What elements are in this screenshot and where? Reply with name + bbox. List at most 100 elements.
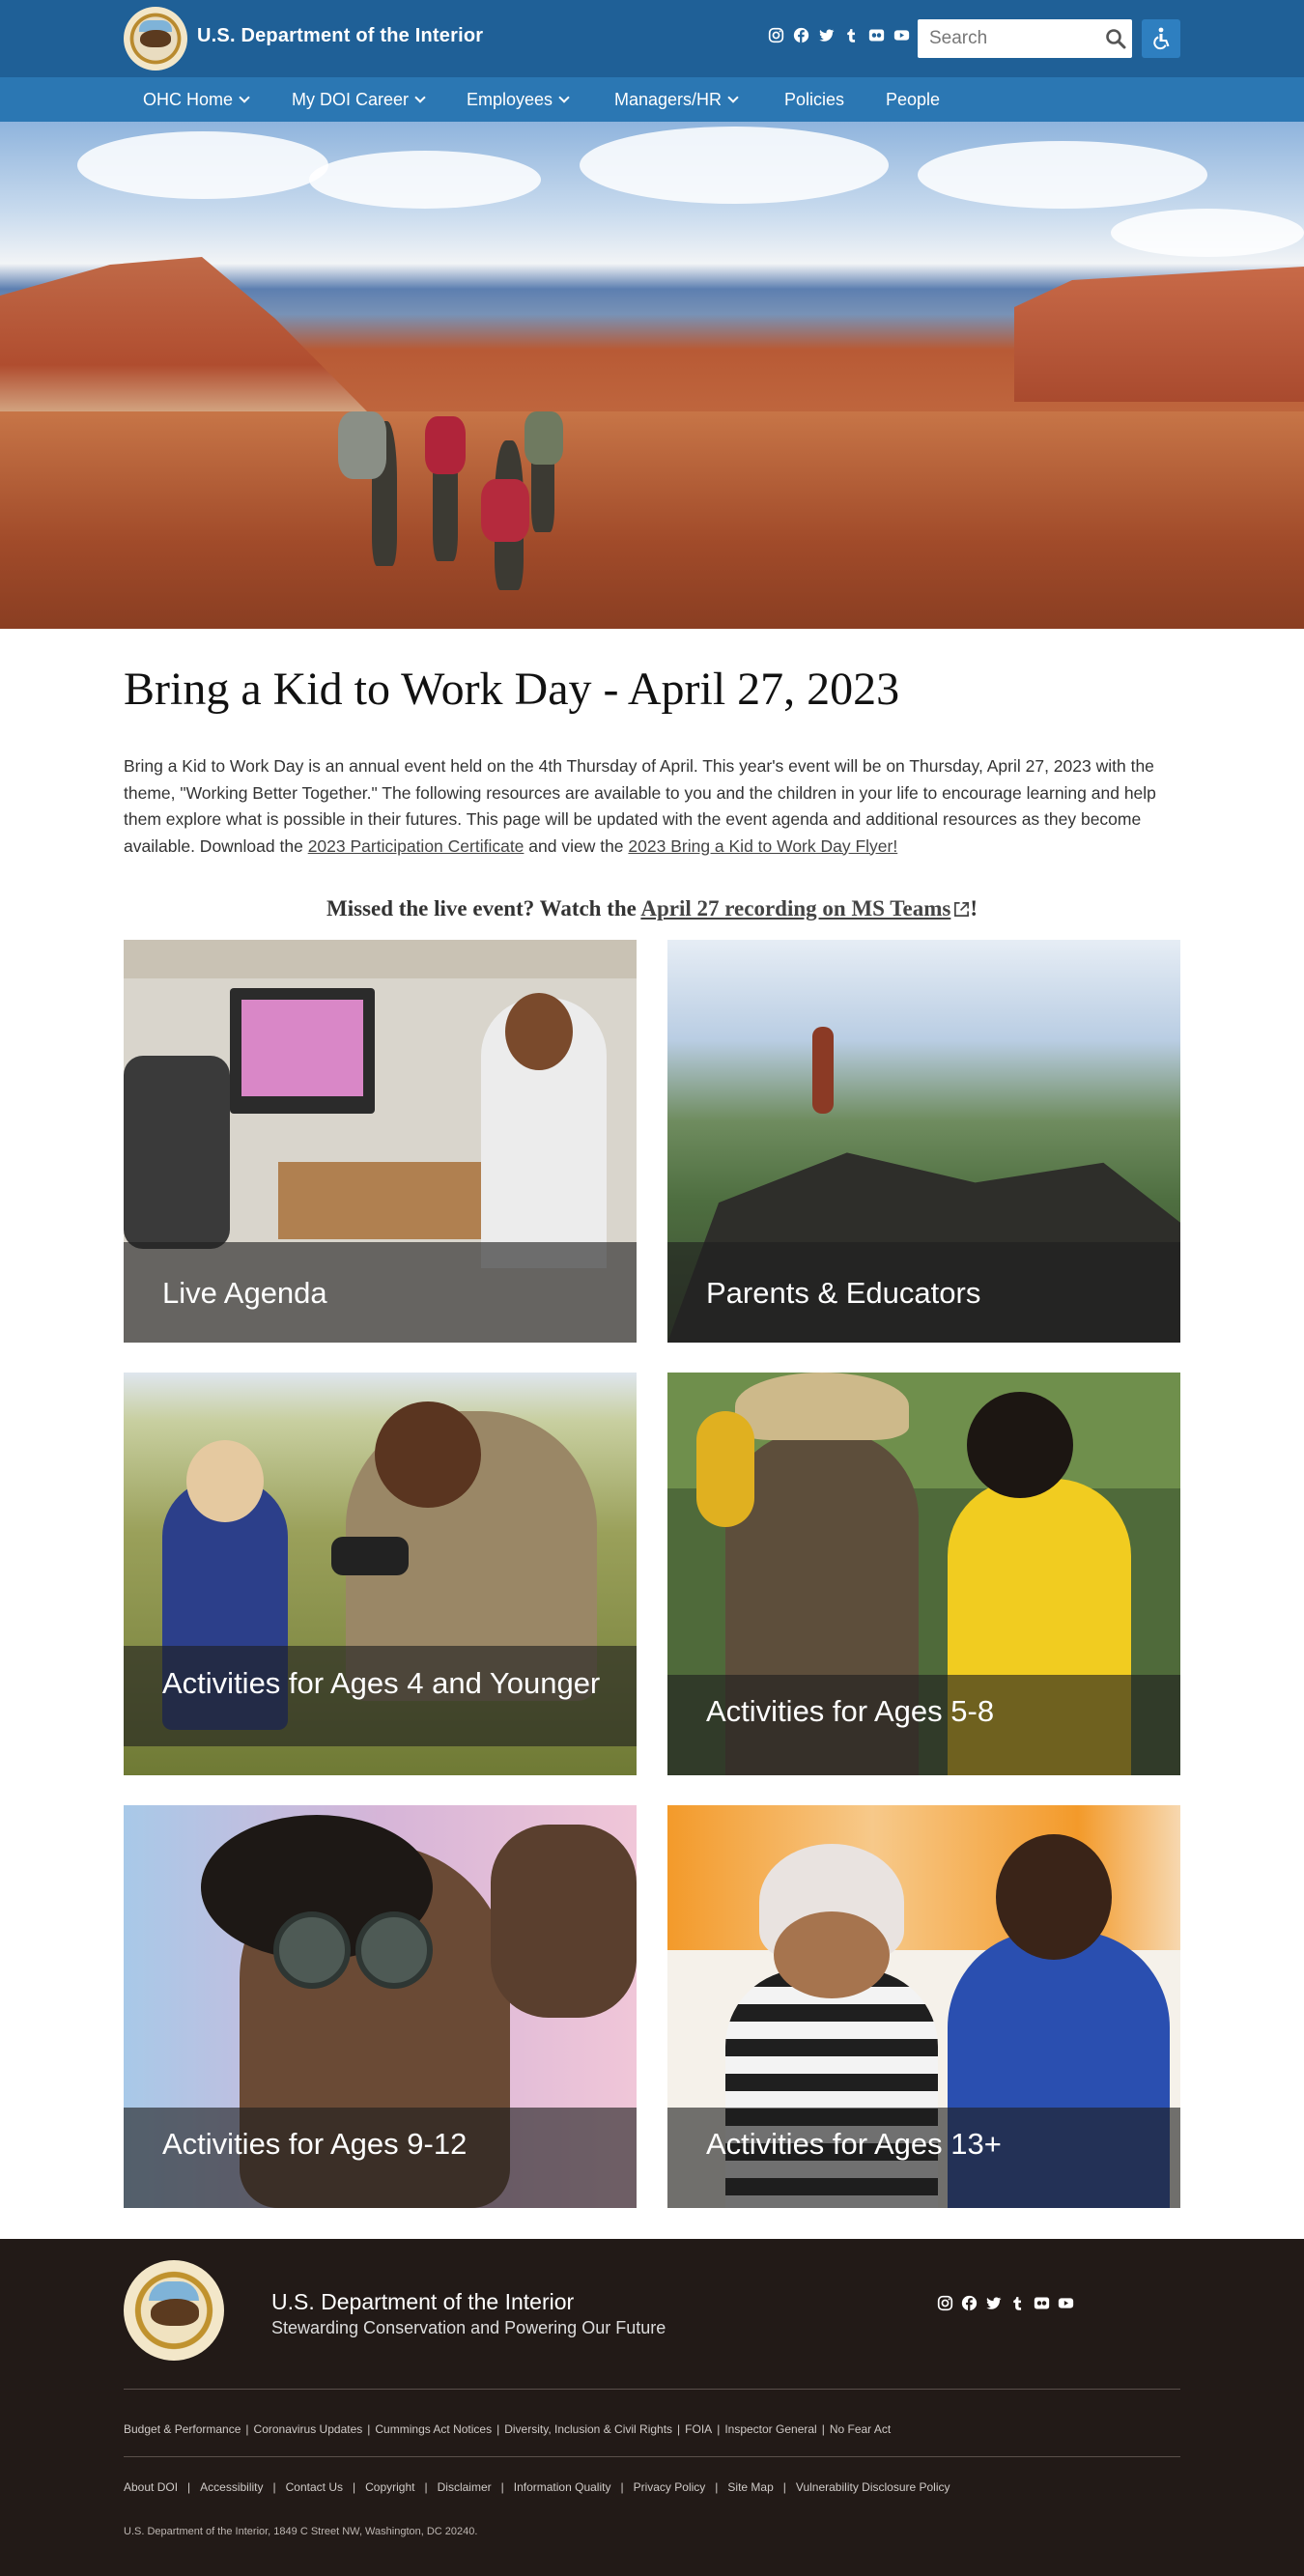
tile-activities-ages-13-plus[interactable]: Activities for Ages 13+ [667, 1805, 1180, 2208]
footer-divider [124, 2456, 1180, 2457]
footer-doi-seal-logo[interactable] [124, 2260, 224, 2361]
footer-link-information-quality[interactable]: Information Quality [514, 2480, 611, 2494]
missed-prefix: Missed the live event? Watch the [326, 896, 641, 920]
footer-separator: | [717, 2422, 721, 2436]
youtube-icon[interactable] [893, 27, 910, 43]
facebook-icon[interactable] [961, 2295, 978, 2311]
seal-bison [151, 2299, 199, 2326]
tile-image-kid-left [696, 1411, 754, 1527]
hero-backpack [481, 479, 529, 542]
hero-backpack [425, 416, 466, 474]
tile-image-child-hair [967, 1392, 1073, 1498]
search-form [918, 19, 1132, 58]
nav-label: My DOI Career [292, 90, 410, 109]
footer-link-accessibility[interactable]: Accessibility [200, 2480, 263, 2494]
footer-link-site-map[interactable]: Site Map [727, 2480, 773, 2494]
nav-label: People [886, 90, 941, 109]
footer-separator: | [424, 2480, 428, 2494]
footer-title: U.S. Department of the Interior [271, 2289, 575, 2314]
footer-divider [124, 2389, 1180, 2390]
footer-link-diversity-inclusion[interactable]: Diversity, Inclusion & Civil Rights [504, 2422, 672, 2436]
youtube-icon[interactable] [1058, 2295, 1074, 2311]
tile-activities-ages-9-12[interactable]: Activities for Ages 9-12 [124, 1805, 637, 2208]
footer-link-contact-us[interactable]: Contact Us [286, 2480, 343, 2494]
main-navigation: OHC Home My DOI Career Employees Manager… [0, 77, 1304, 122]
footer-link-about-doi[interactable]: About DOI [124, 2480, 178, 2494]
site-title[interactable]: U.S. Department of the Interior [197, 25, 483, 47]
footer-separator: | [715, 2480, 719, 2494]
hero-backpack [338, 411, 386, 479]
footer-separator: | [496, 2422, 500, 2436]
flyer-link[interactable]: 2023 Bring a Kid to Work Day Flyer! [628, 836, 897, 856]
tile-image-screen [241, 1000, 363, 1096]
instagram-icon[interactable] [768, 27, 784, 43]
seal-sky [149, 2281, 199, 2301]
tile-image-hiker [812, 1027, 834, 1114]
nav-item-my-doi-career[interactable]: My DOI Career [292, 77, 426, 122]
tile-image-wall [124, 940, 637, 978]
footer-separator: | [500, 2480, 504, 2494]
search-input[interactable] [918, 19, 1091, 58]
footer-link-copyright[interactable]: Copyright [365, 2480, 414, 2494]
hero-backpack [524, 411, 563, 465]
twitter-icon[interactable] [985, 2295, 1002, 2311]
footer-link-no-fear-act[interactable]: No Fear Act [830, 2422, 891, 2436]
footer-separator: | [782, 2480, 786, 2494]
nav-item-people[interactable]: People [886, 77, 940, 122]
footer-separator: | [677, 2422, 681, 2436]
footer-links-primary: Budget & Performance | Coronavirus Updates… [124, 2422, 891, 2436]
nav-item-employees[interactable]: Employees [467, 77, 570, 122]
tile-label: Activities for Ages 13+ [706, 2127, 1002, 2161]
site-footer: U.S. Department of the Interior Stewardi… [0, 2239, 1304, 2576]
footer-separator: | [821, 2422, 825, 2436]
tile-live-agenda[interactable]: Live Agenda [124, 940, 637, 1343]
hero-mesa-left [0, 257, 367, 411]
tile-activities-ages-5-8[interactable]: Activities for Ages 5-8 [667, 1373, 1180, 1775]
intro-paragraph: Bring a Kid to Work Day is an annual eve… [124, 753, 1180, 860]
hero-cloud [1111, 209, 1304, 257]
nav-item-policies[interactable]: Policies [784, 77, 844, 122]
footer-separator: | [367, 2422, 371, 2436]
tile-parents-educators[interactable]: Parents & Educators [667, 940, 1180, 1343]
nav-item-ohc-home[interactable]: OHC Home [143, 77, 250, 122]
instagram-icon[interactable] [937, 2295, 953, 2311]
twitter-icon[interactable] [818, 27, 835, 43]
tile-image-boy-face [774, 1911, 890, 1998]
tile-image-ranger-hat [735, 1373, 909, 1440]
tumblr-icon[interactable] [843, 27, 860, 43]
nav-label: Policies [784, 90, 845, 109]
header-social-links [768, 27, 910, 48]
nav-item-managers-hr[interactable]: Managers/HR [614, 77, 739, 122]
footer-link-budget-performance[interactable]: Budget & Performance [124, 2422, 241, 2436]
tile-label: Activities for Ages 4 and Younger [162, 1666, 601, 1700]
recording-link[interactable]: April 27 recording on MS Teams [640, 896, 950, 920]
nav-label: Employees [467, 90, 553, 109]
chevron-down-icon [239, 92, 250, 103]
footer-links-secondary: About DOI | Accessibility | Contact Us | Copyr… [124, 2480, 950, 2494]
footer-link-inspector-general[interactable]: Inspector General [724, 2422, 816, 2436]
footer-separator: | [353, 2480, 356, 2494]
facebook-icon[interactable] [793, 27, 809, 43]
footer-link-coronavirus-updates[interactable]: Coronavirus Updates [254, 2422, 363, 2436]
missed-suffix: ! [970, 896, 978, 920]
tile-image-ranger-hair [375, 1401, 481, 1508]
footer-link-disclaimer[interactable]: Disclaimer [438, 2480, 492, 2494]
participation-certificate-link[interactable]: 2023 Participation Certificate [308, 836, 524, 856]
footer-link-cummings-act-notices[interactable]: Cummings Act Notices [375, 2422, 492, 2436]
footer-separator: | [187, 2480, 191, 2494]
chevron-down-icon [558, 92, 570, 103]
tile-label: Parents & Educators [706, 1276, 981, 1310]
doi-seal-logo[interactable] [124, 7, 187, 71]
accessibility-button[interactable] [1142, 19, 1180, 58]
recording-link-label: April 27 recording on MS Teams [640, 896, 951, 920]
flickr-icon[interactable] [868, 27, 885, 43]
hero-cloud [309, 151, 541, 209]
tumblr-icon[interactable] [1009, 2295, 1026, 2311]
footer-subtitle: Stewarding Conservation and Powering Our… [271, 2318, 666, 2337]
footer-link-vulnerability-disclosure[interactable]: Vulnerability Disclosure Policy [796, 2480, 950, 2494]
search-icon[interactable] [1105, 28, 1126, 49]
footer-link-privacy-policy[interactable]: Privacy Policy [634, 2480, 706, 2494]
footer-link-foia[interactable]: FOIA [685, 2422, 712, 2436]
tile-activities-ages-4-younger[interactable]: Activities for Ages 4 and Younger [124, 1373, 637, 1775]
flickr-icon[interactable] [1034, 2295, 1050, 2311]
